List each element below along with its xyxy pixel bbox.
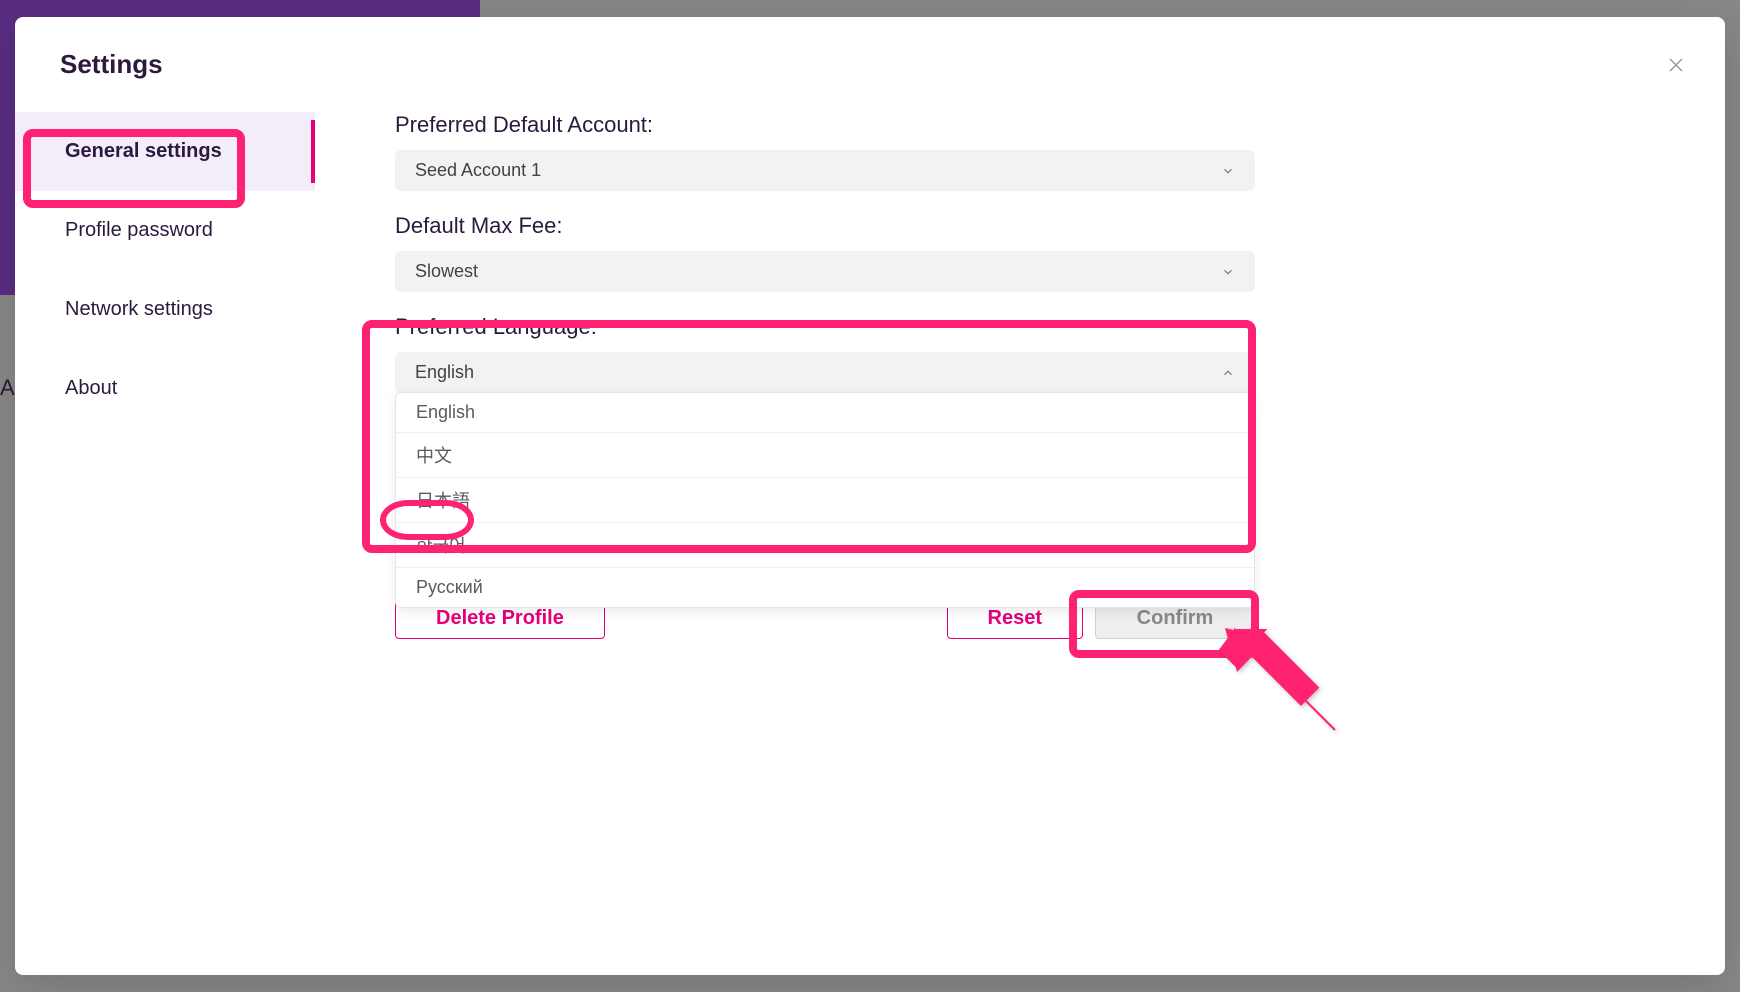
language-dropdown-panel: English 中文 日本語 한국어 Русский: [395, 392, 1255, 608]
sidebar-item-label: About: [65, 377, 117, 399]
button-label: Confirm: [1137, 607, 1214, 629]
language-option-russian[interactable]: Русский: [396, 568, 1254, 607]
select-value: Seed Account 1: [415, 160, 541, 181]
option-label: 日本語: [416, 491, 470, 511]
sidebar-item-general-settings[interactable]: General settings: [15, 112, 315, 191]
modal-header: Settings: [15, 17, 1725, 90]
settings-modal: Settings General settings Profile passwo…: [15, 17, 1725, 975]
close-icon[interactable]: [1667, 56, 1685, 74]
sidebar-item-profile-password[interactable]: Profile password: [15, 191, 315, 270]
preferred-account-label: Preferred Default Account:: [395, 112, 1665, 138]
settings-content: Preferred Default Account: Seed Account …: [315, 90, 1725, 975]
option-label: 한국어: [416, 536, 466, 556]
language-option-japanese[interactable]: 日本語: [396, 478, 1254, 523]
sidebar-item-about[interactable]: About: [15, 349, 315, 428]
active-tab-indicator: [311, 120, 315, 183]
chevron-down-icon: [1221, 265, 1235, 279]
select-value: English: [415, 362, 474, 383]
button-label: Reset: [988, 607, 1042, 629]
sidebar-item-label: Network settings: [65, 298, 213, 320]
settings-sidebar: General settings Profile password Networ…: [15, 90, 315, 975]
language-option-korean[interactable]: 한국어: [396, 523, 1254, 568]
language-option-english[interactable]: English: [396, 393, 1254, 433]
option-label: English: [416, 402, 475, 422]
modal-body: General settings Profile password Networ…: [15, 90, 1725, 975]
sidebar-item-label: Profile password: [65, 219, 213, 241]
sidebar-item-network-settings[interactable]: Network settings: [15, 270, 315, 349]
default-max-fee-select[interactable]: Slowest: [395, 251, 1255, 292]
option-label: 中文: [416, 446, 452, 466]
preferred-language-select[interactable]: English: [395, 352, 1255, 393]
chevron-up-icon: [1221, 366, 1235, 380]
modal-title: Settings: [60, 49, 163, 80]
bg-letter-a: A: [0, 375, 15, 401]
button-label: Delete Profile: [436, 607, 564, 629]
language-option-chinese[interactable]: 中文: [396, 433, 1254, 478]
select-value: Slowest: [415, 261, 478, 282]
preferred-account-select[interactable]: Seed Account 1: [395, 150, 1255, 191]
chevron-down-icon: [1221, 164, 1235, 178]
option-label: Русский: [416, 577, 483, 597]
default-max-fee-label: Default Max Fee:: [395, 213, 1665, 239]
preferred-language-label: Preferred Language:: [395, 314, 1665, 340]
sidebar-item-label: General settings: [65, 140, 222, 162]
